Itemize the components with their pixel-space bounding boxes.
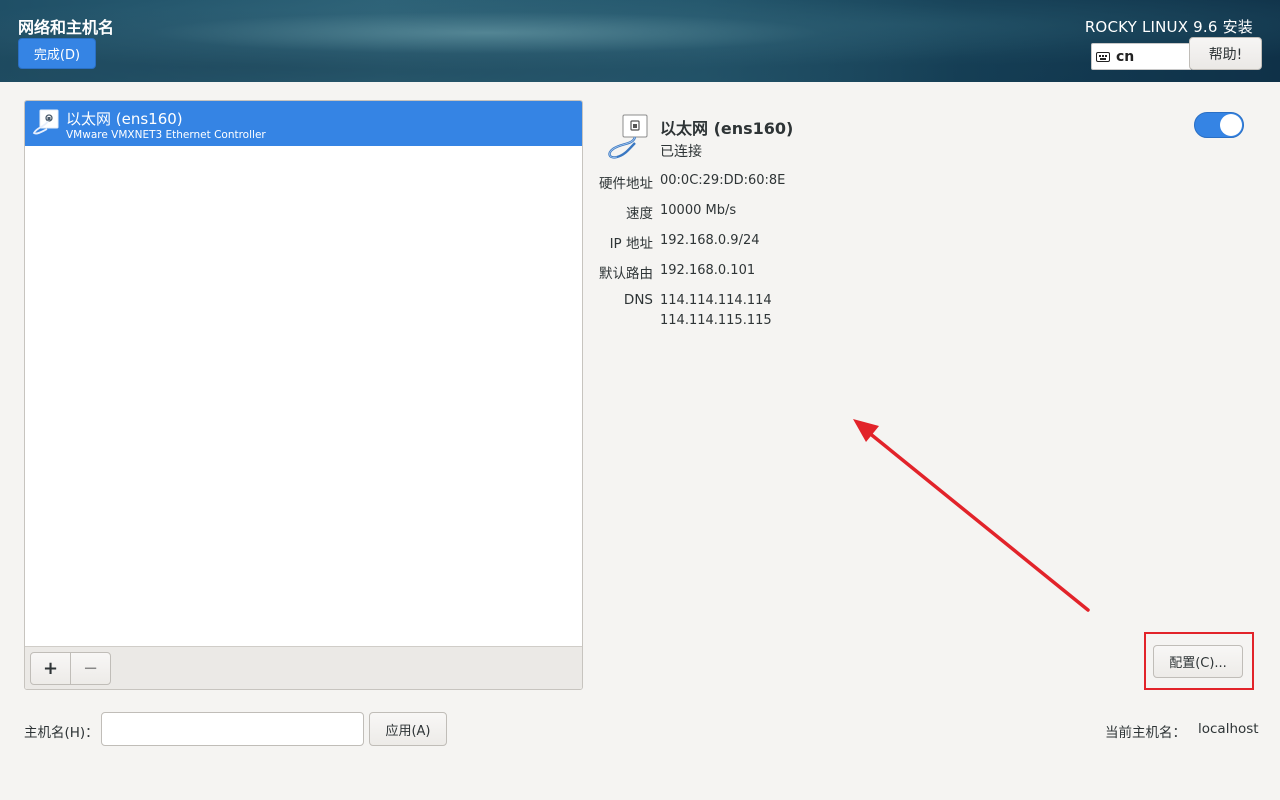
ip-address-value: 192.168.0.9/24 (660, 233, 760, 248)
configure-button[interactable]: 配置(C)... (1153, 645, 1243, 678)
default-route-label: 默认路由 (599, 266, 653, 282)
detail-device-name: 以太网 (ens160) (660, 119, 794, 138)
keyboard-layout-indicator[interactable]: cn (1091, 43, 1191, 70)
device-list: 以太网 (ens160) VMware VMXNET3 Ethernet Con… (24, 100, 583, 690)
keyboard-icon (1096, 51, 1110, 62)
dns-value-secondary: 114.114.115.115 (660, 313, 772, 328)
list-toolbar: + − (25, 646, 582, 689)
connection-status: 已连接 (660, 144, 702, 160)
speed-value: 10000 Mb/s (660, 203, 737, 218)
page-title: 网络和主机名 (18, 18, 115, 37)
hardware-address-label: 硬件地址 (599, 176, 653, 192)
apply-button[interactable]: 应用(A) (369, 712, 447, 746)
hostname-input[interactable] (101, 712, 364, 746)
header-banner: 网络和主机名 完成(D) ROCKY LINUX 9.6 安装 cn 帮助! (0, 0, 1280, 82)
device-description: VMware VMXNET3 Ethernet Controller (66, 129, 266, 141)
current-hostname-label: 当前主机名： (1105, 725, 1186, 741)
connection-toggle[interactable] (1194, 112, 1244, 138)
toggle-knob (1220, 114, 1242, 136)
default-route-value: 192.168.0.101 (660, 263, 756, 278)
product-title: ROCKY LINUX 9.6 安装 (1084, 18, 1253, 36)
hardware-address-value: 00:0C:29:DD:60:8E (660, 173, 786, 188)
ethernet-icon (603, 113, 655, 161)
help-button[interactable]: 帮助! (1189, 37, 1262, 70)
ip-address-label: IP 地址 (609, 236, 653, 252)
remove-device-button[interactable]: − (70, 652, 111, 685)
ethernet-icon (31, 107, 61, 137)
dns-value-primary: 114.114.114.114 (660, 293, 772, 308)
speed-label: 速度 (626, 206, 653, 222)
hostname-label: 主机名(H)： (24, 725, 99, 741)
current-hostname-value: localhost (1198, 721, 1259, 737)
done-button[interactable]: 完成(D) (18, 38, 96, 69)
add-device-button[interactable]: + (30, 652, 71, 685)
list-item[interactable]: 以太网 (ens160) VMware VMXNET3 Ethernet Con… (25, 101, 582, 146)
device-name: 以太网 (ens160) (66, 110, 183, 128)
keyboard-layout-label: cn (1116, 48, 1135, 65)
dns-label: DNS (623, 292, 653, 308)
